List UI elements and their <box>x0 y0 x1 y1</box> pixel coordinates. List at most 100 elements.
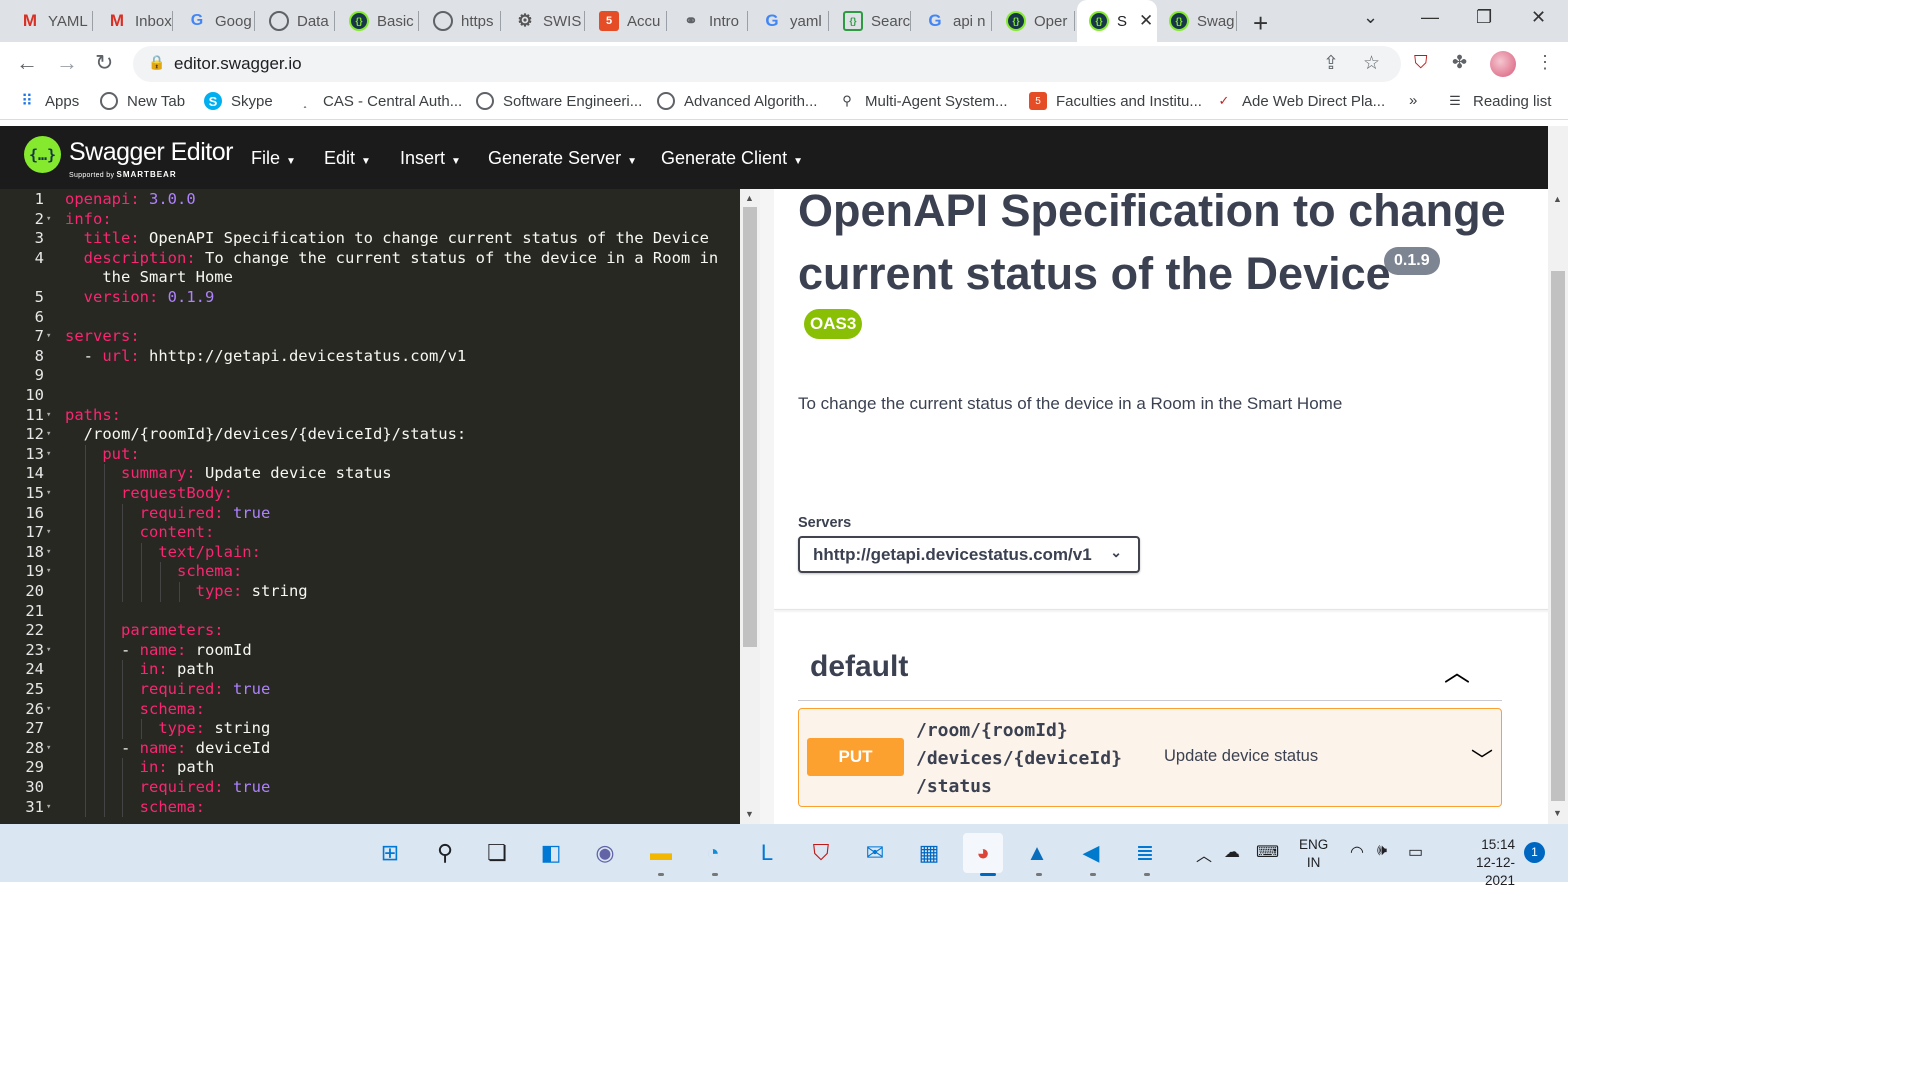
tab-15[interactable]: {} Swag <box>1157 0 1237 42</box>
tab-search-icon[interactable]: ⌄ <box>1363 7 1378 28</box>
reload-icon[interactable]: ↻ <box>95 50 113 76</box>
fold-arrow-icon[interactable]: ▾ <box>46 641 51 661</box>
share-icon[interactable]: ⇪ <box>1323 52 1339 75</box>
mcafee-extension-icon[interactable]: ⛉ <box>1414 52 1428 73</box>
tab-9[interactable]: ⚭ Intro <box>669 0 748 42</box>
code-line[interactable]: 4 description: To change the current sta… <box>0 249 740 269</box>
code-line[interactable]: 23 ▾ - name: roomId <box>0 640 740 661</box>
address-bar[interactable]: 🔒 editor.swagger.io ⇪ ☆ <box>133 46 1401 82</box>
menu-generate-server[interactable]: Generate Server ▼ <box>488 148 637 169</box>
code-line[interactable]: 15 ▾ requestBody: <box>0 484 740 504</box>
tab-8[interactable]: 5 Accu <box>587 0 667 42</box>
fold-arrow-icon[interactable]: ▾ <box>46 445 51 465</box>
bookmark-item[interactable]: Software Engineeri... <box>476 92 642 110</box>
swagger-editor-title[interactable]: Swagger Editor <box>69 138 233 167</box>
fold-arrow-icon[interactable]: ▾ <box>46 523 51 543</box>
fold-arrow-icon[interactable]: ▾ <box>46 562 51 582</box>
scroll-up-icon[interactable]: ▲ <box>1553 194 1562 204</box>
code-line[interactable]: 27 type: string <box>0 719 740 739</box>
code-line[interactable]: 28 ▾ - name: deviceId <box>0 738 740 759</box>
chrome-icon[interactable]: ◕ <box>963 833 1003 873</box>
chat-icon[interactable]: ◉ <box>590 838 620 868</box>
tab-14[interactable]: {} S ✕ <box>1077 0 1157 42</box>
task-view-icon[interactable]: ❏ <box>482 838 512 868</box>
code-line[interactable]: 16 required: true <box>0 503 740 524</box>
fold-arrow-icon[interactable]: ▾ <box>46 210 51 230</box>
tab-6[interactable]: https <box>421 0 501 42</box>
wifi-icon[interactable]: ◠ <box>1350 842 1364 862</box>
code-line[interactable]: 19 ▾ schema: <box>0 562 740 582</box>
editor-scrollbar[interactable]: ▲ ▼ <box>740 189 760 824</box>
tab-2[interactable]: M Inbox <box>95 0 173 42</box>
code-line[interactable]: 29 in: path <box>0 758 740 778</box>
code-line[interactable]: 12 ▾ /room/{roomId}/devices/{deviceId}/st… <box>0 425 740 445</box>
fold-arrow-icon[interactable]: ▾ <box>46 406 51 426</box>
code-line[interactable]: the Smart Home <box>0 268 740 288</box>
code-line[interactable]: 25 required: true <box>0 680 740 700</box>
code-line[interactable]: 5 version: 0.1.9 <box>0 288 740 308</box>
lock-icon[interactable]: 🔒 <box>148 54 165 71</box>
code-line[interactable]: 24 in: path <box>0 660 740 680</box>
tab-4[interactable]: Data <box>257 0 335 42</box>
code-line[interactable]: 22 parameters: <box>0 621 740 641</box>
language-indicator[interactable]: ENG IN <box>1299 836 1328 872</box>
fold-arrow-icon[interactable]: ▾ <box>46 739 51 759</box>
url-text[interactable]: editor.swagger.io <box>174 54 302 74</box>
collapse-chevron-up-icon[interactable]: ︿ <box>1444 652 1470 689</box>
clock[interactable]: 15:14 12-12-2021 <box>1447 836 1515 890</box>
editor-scroll-thumb[interactable] <box>743 207 757 647</box>
fold-arrow-icon[interactable]: ▾ <box>46 425 51 445</box>
code-line[interactable]: 6 <box>0 308 740 328</box>
code-line[interactable]: 10 <box>0 386 740 406</box>
tray-overflow-icon[interactable]: ︿ <box>1196 842 1212 866</box>
photos-icon[interactable]: ▲ <box>1022 838 1052 868</box>
fold-arrow-icon[interactable]: ▾ <box>46 798 51 818</box>
bookmark-item[interactable]: ⠿ Apps <box>18 92 79 111</box>
close-tab-icon[interactable]: ✕ <box>1139 11 1153 31</box>
menu-insert[interactable]: Insert ▼ <box>400 148 461 169</box>
restore-button[interactable]: ❐ <box>1476 7 1492 28</box>
tab-13[interactable]: {} Oper <box>994 0 1075 42</box>
widgets-icon[interactable]: ◧ <box>536 838 566 868</box>
bookmark-item[interactable]: S Skype <box>204 92 273 110</box>
tag-default-heading[interactable]: default <box>810 650 908 684</box>
tab-11[interactable]: {} Searc <box>831 0 911 42</box>
new-tab-button[interactable]: + <box>1253 8 1268 39</box>
forward-icon[interactable]: → <box>56 50 78 76</box>
browser-menu-icon[interactable]: ⋮ <box>1536 52 1554 73</box>
bookmark-item[interactable]: ⚲ Multi-Agent System... <box>838 92 1007 110</box>
minimize-button[interactable]: — <box>1421 7 1439 28</box>
bookmarks-overflow-button[interactable]: » <box>1409 92 1417 109</box>
code-line[interactable]: 13 ▾ put: <box>0 444 740 465</box>
scroll-up-icon[interactable]: ▲ <box>745 193 754 203</box>
l-app-icon[interactable]: L <box>752 838 782 868</box>
menu-edit[interactable]: Edit ▼ <box>324 148 371 169</box>
bookmark-item[interactable]: Advanced Algorith... <box>657 92 817 110</box>
preview-scrollbar[interactable]: ▲ ▼ <box>1548 126 1568 824</box>
menu-file[interactable]: File ▼ <box>251 148 296 169</box>
search-icon[interactable]: ⚲ <box>430 838 460 868</box>
scroll-down-icon[interactable]: ▼ <box>745 809 754 819</box>
file-explorer-icon[interactable]: ▬ <box>646 838 676 868</box>
menu-generate-client[interactable]: Generate Client ▼ <box>661 148 803 169</box>
bookmark-item[interactable]: ✓ Ade Web Direct Pla... <box>1215 92 1386 110</box>
tab-12[interactable]: Gapi n <box>913 0 992 42</box>
close-window-button[interactable]: ✕ <box>1531 7 1546 28</box>
fold-arrow-icon[interactable]: ▾ <box>46 327 51 347</box>
fold-arrow-icon[interactable]: ▾ <box>46 484 51 504</box>
notification-badge[interactable]: 1 <box>1524 842 1545 863</box>
windows-start-icon[interactable]: ⊞ <box>375 838 405 868</box>
tab-5[interactable]: {} Basic <box>337 0 419 42</box>
volume-icon[interactable]: 🕪 <box>1377 842 1387 860</box>
extensions-puzzle-icon[interactable]: ✤ <box>1452 52 1467 73</box>
preview-scroll-thumb[interactable] <box>1551 271 1565 801</box>
code-line[interactable]: 14 summary: Update device status <box>0 464 740 484</box>
code-line[interactable]: 2 ▾ info: <box>0 210 740 230</box>
store-icon[interactable]: ▦ <box>914 838 944 868</box>
code-line[interactable]: 26 ▾ schema: <box>0 699 740 720</box>
code-line[interactable]: 17 ▾ content: <box>0 523 740 543</box>
operation-put-block[interactable]: PUT /room/{roomId} /devices/{deviceId} /… <box>798 708 1502 807</box>
tab-1[interactable]: M YAML <box>8 0 93 42</box>
code-line[interactable]: 20 type: string <box>0 582 740 602</box>
code-line[interactable]: 11 ▾ paths: <box>0 406 740 426</box>
